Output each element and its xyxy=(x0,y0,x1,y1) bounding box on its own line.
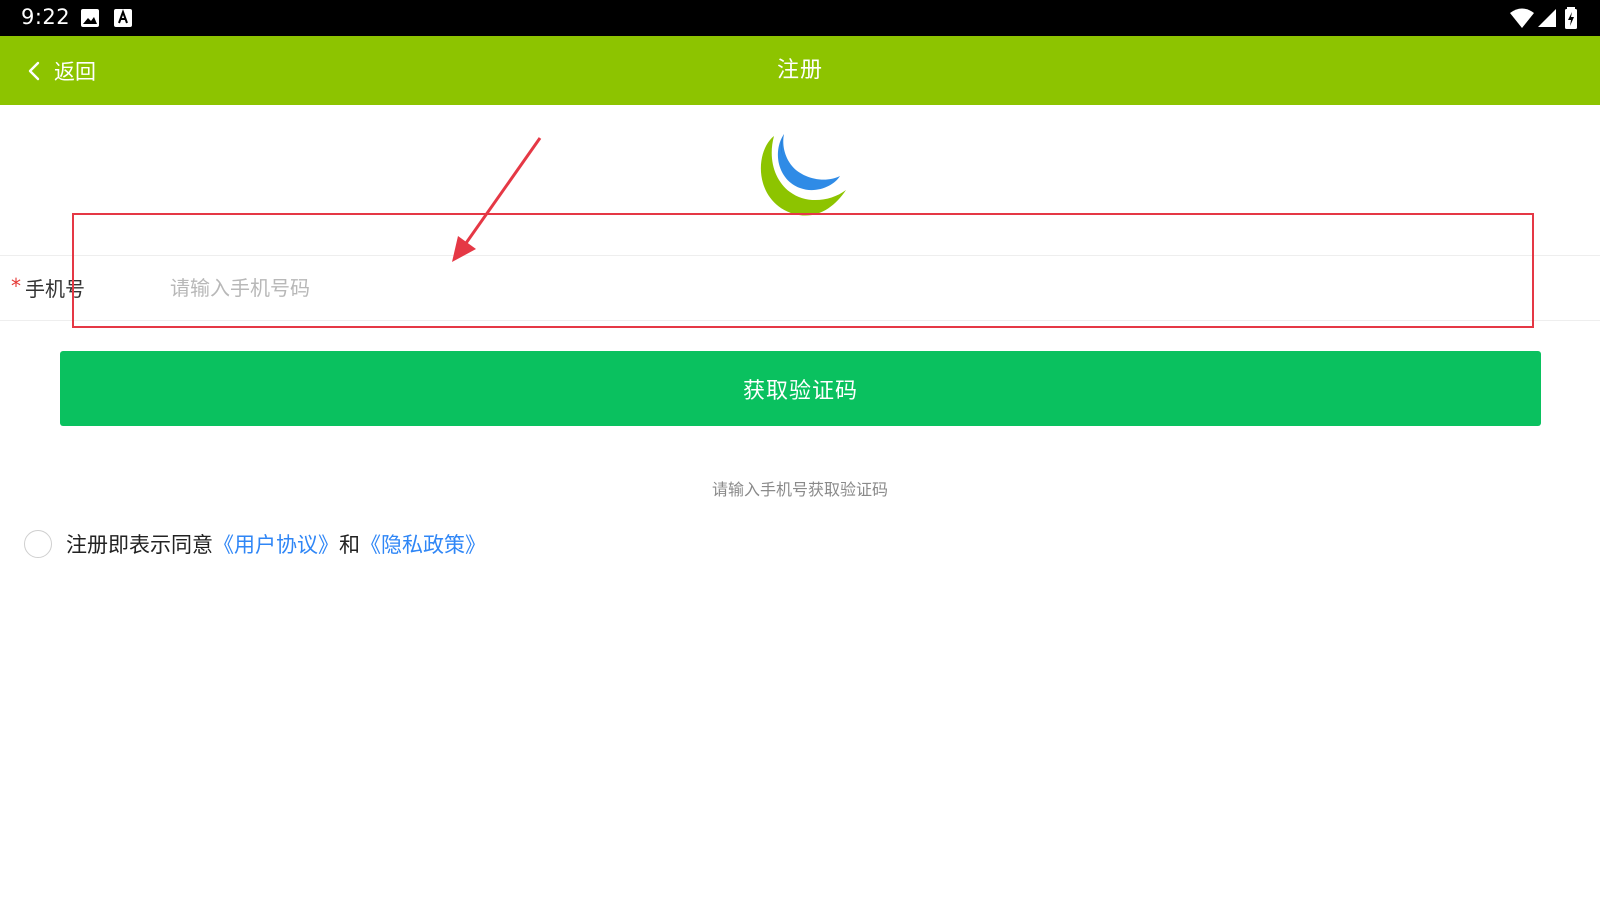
text-app-icon xyxy=(114,9,132,27)
back-label: 返回 xyxy=(54,59,96,84)
status-bar: 9:22 xyxy=(0,0,1600,36)
privacy-policy-link[interactable]: 《隐私政策》 xyxy=(360,529,486,559)
annotation-highlight-box xyxy=(72,213,1534,328)
agreement-prefix: 注册即表示同意 xyxy=(66,533,213,557)
hint-text: 请输入手机号获取验证码 xyxy=(711,480,888,499)
image-icon xyxy=(81,9,99,27)
required-mark: * xyxy=(11,274,21,298)
status-time: 9:22 xyxy=(21,5,71,29)
wifi-icon xyxy=(1510,8,1534,28)
agreement-radio[interactable] xyxy=(24,530,52,558)
chevron-left-icon xyxy=(28,61,40,80)
user-agreement-link[interactable]: 《用户协议》 xyxy=(213,529,339,559)
agreement-conjunction: 和 xyxy=(339,533,360,557)
page-title: 注册 xyxy=(776,58,823,83)
signal-icon xyxy=(1538,9,1556,27)
app-logo xyxy=(760,134,846,216)
back-button[interactable]: 返回 xyxy=(24,36,134,105)
battery-charging-icon xyxy=(1565,7,1577,29)
agreement-row: 注册即表示同意 《用户协议》 和 《隐私政策》 xyxy=(24,527,486,561)
get-code-button[interactable]: 获取验证码 xyxy=(60,351,1541,426)
register-screen: 9:22 注册 返回 * 手机号 请输入手机号码 获取验证码 请输入手机号获取验… xyxy=(0,0,1600,900)
app-bar: 注册 返回 xyxy=(0,36,1600,105)
